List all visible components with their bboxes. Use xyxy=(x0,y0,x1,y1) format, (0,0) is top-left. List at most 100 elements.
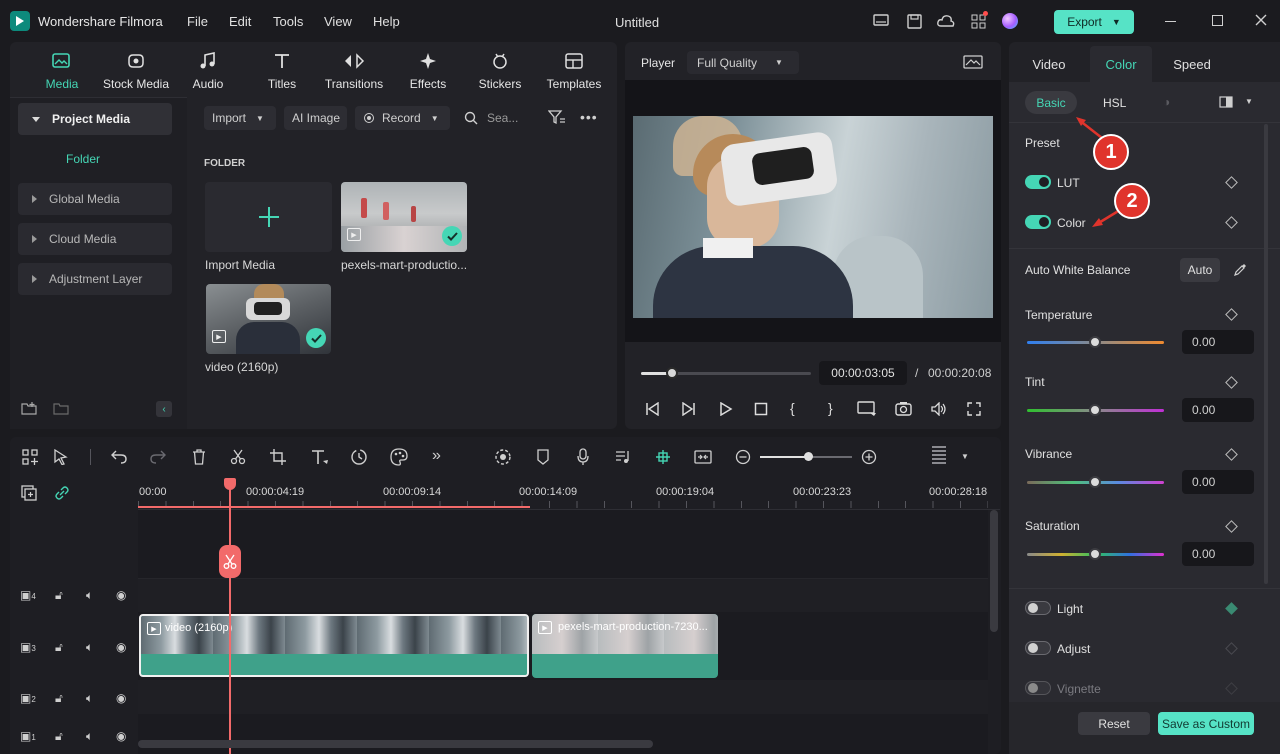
ai-image-button[interactable]: AI Image xyxy=(284,106,347,130)
crop-icon[interactable] xyxy=(270,449,286,465)
zoom-slider-knob[interactable] xyxy=(804,452,813,461)
maximize-icon[interactable] xyxy=(1212,15,1223,26)
sidebar-item-project-media[interactable]: Project Media xyxy=(18,103,172,135)
collapse-sidebar-button[interactable]: ‹ xyxy=(156,401,172,417)
previous-frame-icon[interactable] xyxy=(645,402,659,416)
auto-wb-button[interactable]: Auto xyxy=(1180,258,1220,282)
temperature-slider[interactable] xyxy=(1027,336,1164,348)
sidebar-item-global-media[interactable]: Global Media xyxy=(18,183,172,215)
menu-view[interactable]: View xyxy=(324,14,352,29)
vibrance-slider[interactable] xyxy=(1027,476,1164,488)
vignette-label[interactable]: Vignette xyxy=(1057,682,1101,696)
text-tool-icon[interactable] xyxy=(311,449,329,465)
media-thumbnail-video-2160p[interactable]: ▶ xyxy=(206,284,331,354)
sidebar-folder[interactable]: Folder xyxy=(66,152,100,166)
delete-icon[interactable] xyxy=(192,449,206,465)
fit-timeline-icon[interactable] xyxy=(694,449,712,465)
saturation-slider[interactable] xyxy=(1027,548,1164,560)
saturation-value[interactable]: 0.00 xyxy=(1182,542,1254,566)
snapshot-view-icon[interactable] xyxy=(963,55,983,69)
timeline-clip-pexels[interactable]: ▶ pexels-mart-production-7230... xyxy=(532,614,718,678)
current-time-field[interactable]: 00:00:03:05 xyxy=(819,361,907,385)
subtab-curves-icon[interactable]: ◑ xyxy=(1163,95,1170,109)
grid-icon[interactable] xyxy=(969,11,988,29)
more-options-icon[interactable]: ••• xyxy=(580,109,598,125)
stop-icon[interactable] xyxy=(754,402,768,416)
chevron-down-icon[interactable]: ▼ xyxy=(1245,97,1253,106)
cloud-icon[interactable] xyxy=(936,13,956,29)
search-input[interactable]: Sea... xyxy=(487,111,527,125)
compare-view-icon[interactable] xyxy=(1219,96,1233,108)
volume-icon[interactable] xyxy=(931,402,947,416)
close-icon[interactable] xyxy=(1254,13,1268,27)
play-icon[interactable] xyxy=(719,402,733,416)
monitor-icon[interactable] xyxy=(872,13,890,29)
sidebar-item-adjustment-layer[interactable]: Adjustment Layer xyxy=(18,263,172,295)
vibrance-value[interactable]: 0.00 xyxy=(1182,470,1254,494)
record-dropdown[interactable]: Record ▼ xyxy=(355,106,450,130)
vignette-toggle[interactable] xyxy=(1025,681,1051,695)
speaker-icon[interactable]: 🔈︎ xyxy=(86,640,93,655)
sidebar-item-cloud-media[interactable]: Cloud Media xyxy=(18,223,172,255)
tab-transitions[interactable]: Transitions xyxy=(322,50,386,94)
slider-knob[interactable] xyxy=(1089,336,1101,348)
search-icon[interactable] xyxy=(464,111,478,125)
tab-speed[interactable]: Speed xyxy=(1155,46,1229,82)
menu-tools[interactable]: Tools xyxy=(273,14,303,29)
chevron-down-icon[interactable]: ▼ xyxy=(961,452,969,461)
lut-toggle[interactable] xyxy=(1025,175,1051,189)
eye-icon[interactable]: ◉ xyxy=(116,640,126,654)
playhead[interactable] xyxy=(229,478,231,754)
timeline-vertical-scrollbar[interactable] xyxy=(990,510,998,632)
slider-knob[interactable] xyxy=(1089,548,1101,560)
fullscreen-icon[interactable] xyxy=(967,402,981,416)
tint-slider[interactable] xyxy=(1027,404,1164,416)
tab-stock-media[interactable]: Stock Media xyxy=(100,50,172,94)
timeline-horizontal-scrollbar[interactable] xyxy=(138,740,653,748)
minimize-icon[interactable] xyxy=(1165,21,1176,22)
split-scissors-button[interactable] xyxy=(219,545,241,578)
temperature-value[interactable]: 0.00 xyxy=(1182,330,1254,354)
zoom-in-icon[interactable] xyxy=(861,449,877,465)
panel-scrollbar[interactable] xyxy=(1264,124,1268,584)
menu-file[interactable]: File xyxy=(187,14,208,29)
playback-progress[interactable] xyxy=(641,367,811,379)
slider-knob[interactable] xyxy=(1089,476,1101,488)
speaker-icon[interactable]: 🔈︎ xyxy=(86,588,93,603)
menu-help[interactable]: Help xyxy=(373,14,400,29)
eye-icon[interactable]: ◉ xyxy=(116,588,126,602)
export-button[interactable]: Export ▼ xyxy=(1054,10,1134,34)
zoom-out-icon[interactable] xyxy=(735,449,751,465)
more-tools-icon[interactable]: » xyxy=(432,447,441,465)
tab-audio[interactable]: Audio xyxy=(184,50,232,94)
scissors-icon[interactable] xyxy=(230,449,246,465)
mark-in-icon[interactable]: { xyxy=(790,400,795,416)
next-frame-icon[interactable] xyxy=(682,402,696,416)
microphone-icon[interactable] xyxy=(577,448,589,466)
select-pointer-icon[interactable] xyxy=(53,449,69,465)
undo-icon[interactable] xyxy=(111,450,127,464)
eyedropper-icon[interactable] xyxy=(1234,263,1247,276)
import-dropdown[interactable]: Import ▼ xyxy=(204,106,276,130)
media-thumbnail-pexels[interactable]: ▶ xyxy=(341,182,467,252)
tab-video[interactable]: Video xyxy=(1010,46,1088,82)
save-as-custom-button[interactable]: Save as Custom xyxy=(1158,712,1254,735)
reset-button[interactable]: Reset xyxy=(1078,712,1150,735)
tab-stickers[interactable]: Stickers xyxy=(476,50,524,94)
speed-icon[interactable] xyxy=(350,448,368,466)
zoom-slider[interactable] xyxy=(760,452,852,461)
timeline-clip-video-2160p[interactable]: ▶ video (2160p) xyxy=(139,614,529,677)
filter-icon[interactable] xyxy=(548,110,566,125)
lock-icon[interactable]: 🔓︎ xyxy=(55,729,63,744)
eye-icon[interactable]: ◉ xyxy=(116,691,126,705)
video-frame[interactable] xyxy=(633,116,993,318)
menu-edit[interactable]: Edit xyxy=(229,14,251,29)
marker-icon[interactable] xyxy=(536,449,550,465)
import-media-tile[interactable] xyxy=(205,182,332,252)
adjust-label[interactable]: Adjust xyxy=(1057,642,1090,656)
camera-snapshot-icon[interactable] xyxy=(895,401,912,416)
avatar[interactable] xyxy=(1002,13,1018,29)
display-settings-icon[interactable] xyxy=(857,401,877,417)
light-label[interactable]: Light xyxy=(1057,602,1083,616)
tab-titles[interactable]: Titles xyxy=(258,50,306,94)
